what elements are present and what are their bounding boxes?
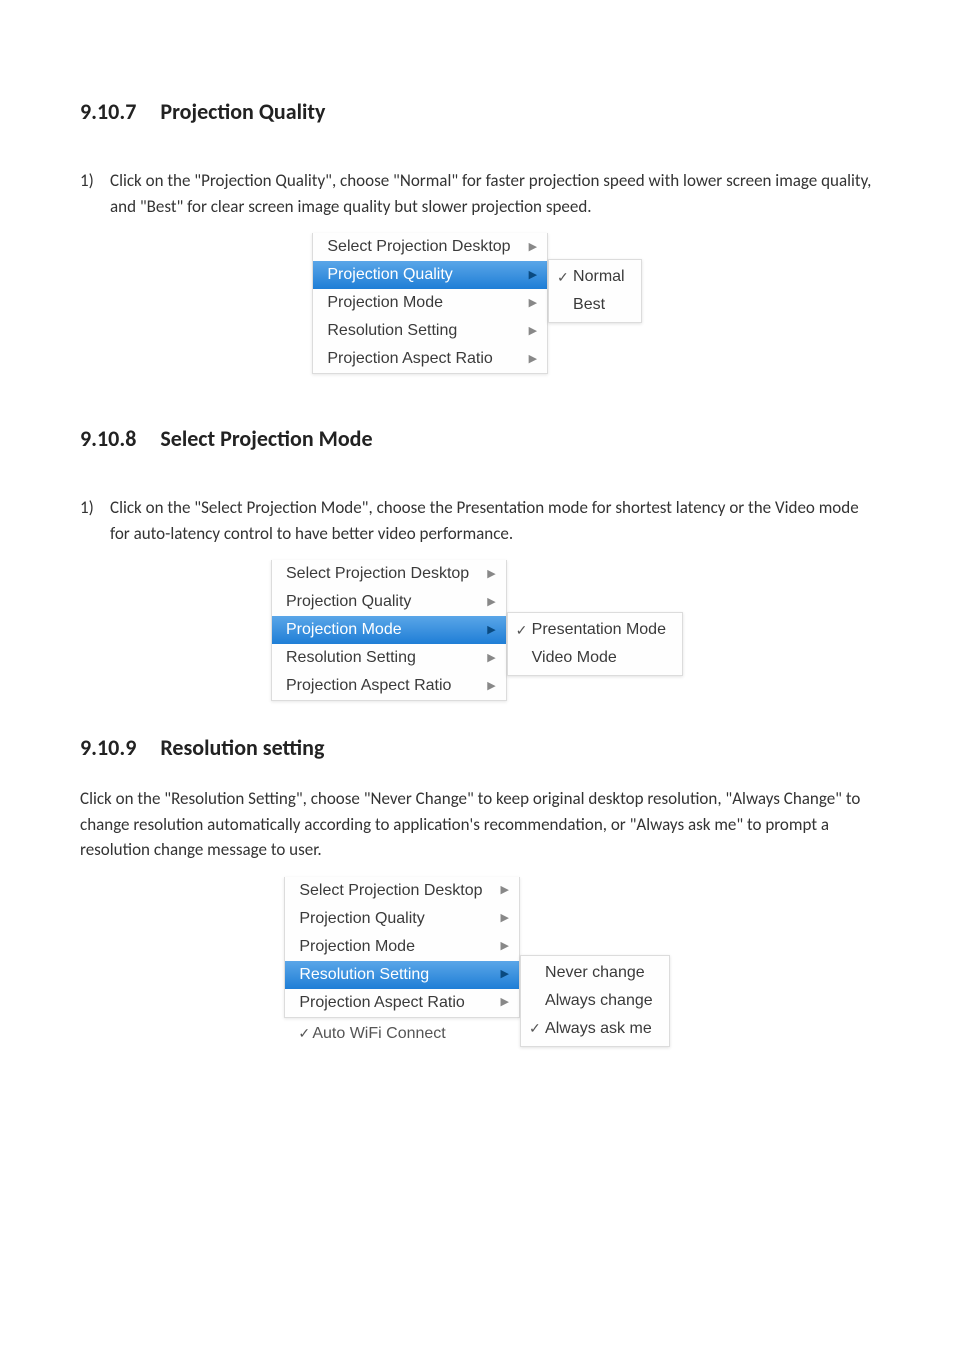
submenu-item-always-change[interactable]: Always change xyxy=(521,987,669,1015)
menu-item-label: Projection Aspect Ratio xyxy=(327,347,492,371)
list-item: 1)Click on the "Select Projection Mode",… xyxy=(110,495,874,546)
submenu-arrow-icon: ▶ xyxy=(501,910,509,927)
submenu-arrow-icon: ▶ xyxy=(529,267,537,284)
main-menu: Select Projection Desktop ▶ Projection Q… xyxy=(312,233,548,374)
check-icon: ✓ xyxy=(557,267,573,288)
menu-item-label: Select Projection Desktop xyxy=(327,235,510,259)
menu-item-label: Projection Mode xyxy=(327,291,443,315)
section-title: Select Projection Mode xyxy=(160,425,372,452)
menu-item-label: Resolution Setting xyxy=(286,646,416,670)
submenu-arrow-icon: ▶ xyxy=(487,678,495,695)
section-heading: 9.10.7 Projection Quality xyxy=(80,95,874,128)
menu-screenshot-1: Select Projection Desktop ▶ Projection Q… xyxy=(80,233,874,374)
section-heading: 9.10.9 Resolution setting xyxy=(80,731,874,764)
submenu-item-label: Video Mode xyxy=(532,646,617,670)
menu-item-label: Projection Quality xyxy=(299,907,424,931)
submenu-arrow-icon: ▶ xyxy=(501,966,509,983)
submenu-item-label: Never change xyxy=(545,961,645,985)
section-number: 9.10.9 xyxy=(80,734,136,761)
menu-item-projection-mode[interactable]: Projection Mode ▶ xyxy=(285,933,519,961)
submenu-item-label: Best xyxy=(573,293,605,317)
check-icon: ✓ xyxy=(516,620,532,641)
submenu-item-label: Always change xyxy=(545,989,653,1013)
submenu-item-never-change[interactable]: Never change xyxy=(521,959,669,987)
list-item: 1)Click on the "Projection Quality", cho… xyxy=(110,168,874,219)
menu-screenshot-2: Select Projection Desktop ▶ Projection Q… xyxy=(80,560,874,701)
submenu-arrow-icon: ▶ xyxy=(529,239,537,256)
submenu-arrow-icon: ▶ xyxy=(529,351,537,368)
menu-item-label: Projection Aspect Ratio xyxy=(299,991,464,1015)
menu-item-auto-wifi[interactable]: ✓ Auto WiFi Connect xyxy=(284,1018,520,1050)
menu-item-select-desktop[interactable]: Select Projection Desktop ▶ xyxy=(272,560,506,588)
submenu: ✓ Presentation Mode Video Mode xyxy=(507,612,683,676)
list-number: 1) xyxy=(80,495,110,521)
check-icon: ✓ xyxy=(298,1023,312,1044)
submenu-item-label: Always ask me xyxy=(545,1017,652,1041)
menu-item-projection-quality[interactable]: Projection Quality ▶ xyxy=(285,905,519,933)
menu-screenshot-3: Select Projection Desktop ▶ Projection Q… xyxy=(80,877,874,1050)
section-title: Projection Quality xyxy=(160,98,325,125)
menu-item-label: Select Projection Desktop xyxy=(286,562,469,586)
section-heading: 9.10.8 Select Projection Mode xyxy=(80,422,874,455)
section-projection-quality: 9.10.7 Projection Quality 1)Click on the … xyxy=(80,95,874,374)
menu-item-aspect-ratio[interactable]: Projection Aspect Ratio ▶ xyxy=(285,989,519,1017)
submenu: ✓ Normal Best xyxy=(548,259,642,323)
menu-item-label: Projection Quality xyxy=(286,590,411,614)
submenu-arrow-icon: ▶ xyxy=(529,295,537,312)
list-number: 1) xyxy=(80,168,110,194)
submenu-item-best[interactable]: Best xyxy=(549,291,641,319)
submenu-arrow-icon: ▶ xyxy=(487,622,495,639)
menu-item-label: Projection Mode xyxy=(299,935,415,959)
menu-item-projection-mode[interactable]: Projection Mode ▶ xyxy=(313,289,547,317)
menu-item-aspect-ratio[interactable]: Projection Aspect Ratio ▶ xyxy=(313,345,547,373)
menu-item-label: Auto WiFi Connect xyxy=(312,1022,445,1046)
section-number: 9.10.7 xyxy=(80,98,136,125)
menu-item-resolution-setting[interactable]: Resolution Setting ▶ xyxy=(272,644,506,672)
submenu-item-label: Presentation Mode xyxy=(532,618,666,642)
menu-item-label: Projection Aspect Ratio xyxy=(286,674,451,698)
menu-item-projection-mode[interactable]: Projection Mode ▶ xyxy=(272,616,506,644)
submenu: Never change Always change ✓ Always ask … xyxy=(520,955,670,1047)
submenu-item-normal[interactable]: ✓ Normal xyxy=(549,263,641,291)
section-select-projection-mode: 9.10.8 Select Projection Mode 1)Click on … xyxy=(80,422,874,701)
submenu-arrow-icon: ▶ xyxy=(501,882,509,899)
submenu-arrow-icon: ▶ xyxy=(529,323,537,340)
main-menu: Select Projection Desktop ▶ Projection Q… xyxy=(284,877,520,1018)
list-text: Click on the "Select Projection Mode", c… xyxy=(110,497,859,544)
menu-item-resolution-setting[interactable]: Resolution Setting ▶ xyxy=(313,317,547,345)
submenu-item-video-mode[interactable]: Video Mode xyxy=(508,644,682,672)
submenu-arrow-icon: ▶ xyxy=(487,594,495,611)
main-menu-column: Select Projection Desktop ▶ Projection Q… xyxy=(284,877,520,1050)
check-icon: ✓ xyxy=(529,1018,545,1039)
menu-item-aspect-ratio[interactable]: Projection Aspect Ratio ▶ xyxy=(272,672,506,700)
body-paragraph: Click on the "Resolution Setting", choos… xyxy=(80,786,874,863)
menu-item-resolution-setting[interactable]: Resolution Setting ▶ xyxy=(285,961,519,989)
section-resolution-setting: 9.10.9 Resolution setting Click on the "R… xyxy=(80,731,874,1050)
menu-item-select-desktop[interactable]: Select Projection Desktop ▶ xyxy=(313,233,547,261)
section-title: Resolution setting xyxy=(160,734,324,761)
list-text: Click on the "Projection Quality", choos… xyxy=(110,170,871,217)
menu-item-label: Resolution Setting xyxy=(299,963,429,987)
menu-item-projection-quality[interactable]: Projection Quality ▶ xyxy=(313,261,547,289)
menu-item-label: Resolution Setting xyxy=(327,319,457,343)
submenu-item-label: Normal xyxy=(573,265,625,289)
menu-item-select-desktop[interactable]: Select Projection Desktop ▶ xyxy=(285,877,519,905)
submenu-arrow-icon: ▶ xyxy=(487,650,495,667)
menu-item-label: Projection Mode xyxy=(286,618,402,642)
submenu-item-presentation-mode[interactable]: ✓ Presentation Mode xyxy=(508,616,682,644)
menu-item-projection-quality[interactable]: Projection Quality ▶ xyxy=(272,588,506,616)
submenu-arrow-icon: ▶ xyxy=(501,938,509,955)
menu-item-label: Select Projection Desktop xyxy=(299,879,482,903)
menu-item-label: Projection Quality xyxy=(327,263,452,287)
submenu-arrow-icon: ▶ xyxy=(501,994,509,1011)
section-number: 9.10.8 xyxy=(80,425,136,452)
submenu-item-always-ask[interactable]: ✓ Always ask me xyxy=(521,1015,669,1043)
submenu-arrow-icon: ▶ xyxy=(487,566,495,583)
main-menu: Select Projection Desktop ▶ Projection Q… xyxy=(271,560,507,701)
